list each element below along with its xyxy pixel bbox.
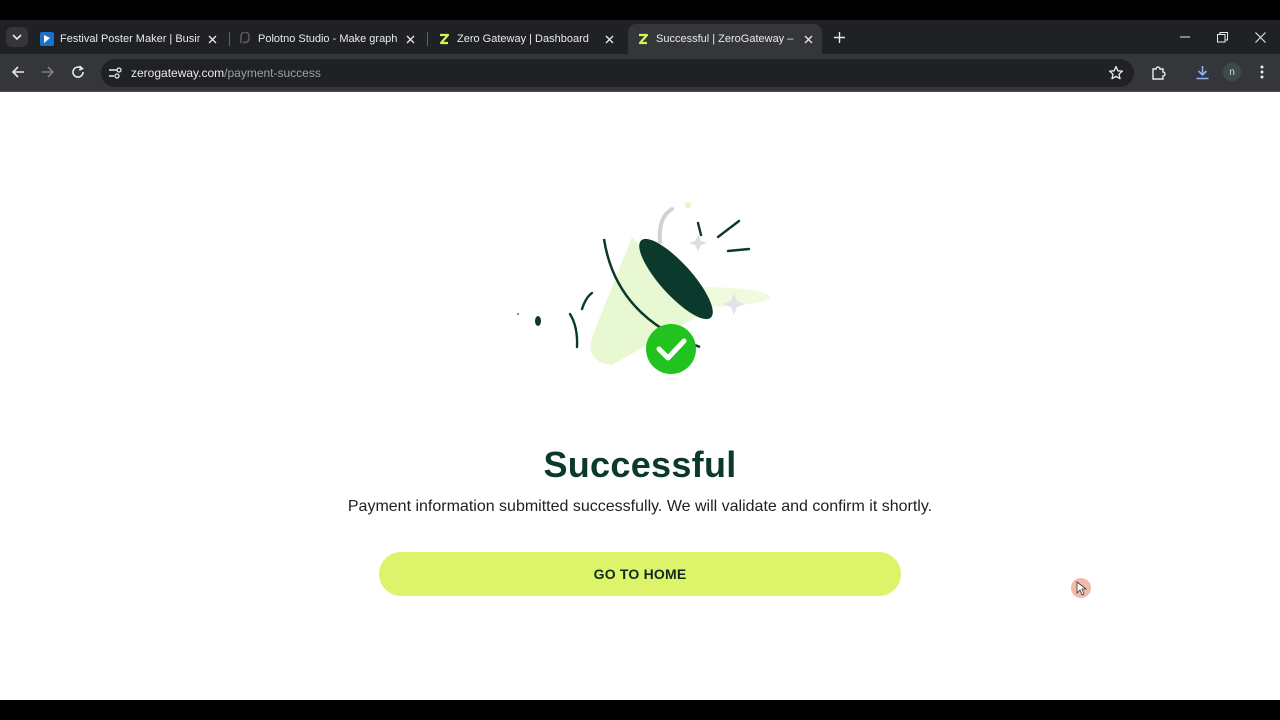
polotno-icon	[238, 32, 252, 46]
reload-button[interactable]	[69, 63, 87, 81]
address-bar[interactable]: zerogateway.com/payment-success	[101, 59, 1134, 87]
close-icon[interactable]	[204, 31, 220, 47]
arrow-right-icon	[42, 66, 55, 78]
close-icon[interactable]	[402, 31, 418, 47]
close-window-button[interactable]	[1252, 30, 1268, 44]
tab-strip: Festival Poster Maker | Business Polotno…	[0, 20, 1280, 54]
close-icon[interactable]	[601, 31, 617, 47]
party-popper-illustration	[517, 202, 770, 374]
restore-icon	[1216, 31, 1228, 42]
minimize-icon	[1180, 36, 1190, 38]
downloads-button[interactable]	[1193, 63, 1211, 81]
back-button[interactable]	[9, 63, 27, 81]
blue-flag-icon	[40, 32, 54, 46]
tab-title: Successful | ZeroGateway – No	[656, 33, 796, 45]
tab-search-button[interactable]	[6, 27, 28, 47]
tab-title: Zero Gateway | Dashboard	[457, 33, 589, 45]
tab-successful-active[interactable]: Successful | ZeroGateway – No	[628, 24, 822, 54]
more-vert-icon	[1260, 65, 1264, 79]
puzzle-icon	[1151, 65, 1166, 80]
url-path: /payment-success	[224, 66, 321, 80]
tab-polotno-studio[interactable]: Polotno Studio - Make graphics	[230, 24, 424, 54]
profile-avatar[interactable]: n	[1223, 63, 1241, 81]
tab-zero-gateway-dashboard[interactable]: Zero Gateway | Dashboard	[429, 24, 623, 54]
plus-icon	[833, 31, 845, 43]
bookmark-star-icon[interactable]	[1108, 65, 1124, 81]
page-content: Successful Payment information submitted…	[0, 92, 1280, 700]
success-message: Payment information submitted successful…	[347, 498, 933, 515]
download-icon	[1196, 65, 1208, 79]
tab-festival-poster[interactable]: Festival Poster Maker | Business	[32, 24, 226, 54]
tab-title: Polotno Studio - Make graphics	[258, 33, 398, 45]
tab-divider	[427, 32, 428, 46]
screen-top-bar	[0, 0, 1280, 20]
arrow-left-icon	[11, 66, 24, 78]
new-tab-button[interactable]	[830, 28, 848, 46]
mouse-cursor-highlight	[1071, 578, 1091, 598]
close-icon[interactable]	[800, 31, 816, 47]
pointer-cursor-icon	[1076, 581, 1087, 596]
site-info-icon[interactable]	[107, 65, 123, 81]
browser-toolbar: zerogateway.com/payment-success n	[0, 54, 1280, 92]
reload-icon	[72, 65, 84, 78]
zerogateway-z-icon	[636, 32, 650, 46]
page-title: Successful	[543, 444, 737, 485]
zerogateway-z-icon	[437, 32, 451, 46]
url-host: zerogateway.com	[131, 66, 225, 80]
restore-button[interactable]	[1214, 30, 1230, 44]
tab-title: Festival Poster Maker | Business	[60, 33, 200, 45]
forward-button[interactable]	[39, 63, 57, 81]
go-to-home-button[interactable]: GO TO HOME	[379, 552, 901, 596]
url-text: zerogateway.com/payment-success	[131, 66, 321, 80]
screen-bottom-bar	[0, 700, 1280, 720]
extensions-button[interactable]	[1149, 63, 1167, 81]
close-icon	[1254, 31, 1266, 43]
menu-button[interactable]	[1253, 63, 1271, 81]
chevron-down-icon	[12, 34, 22, 41]
minimize-button[interactable]	[1177, 30, 1193, 44]
